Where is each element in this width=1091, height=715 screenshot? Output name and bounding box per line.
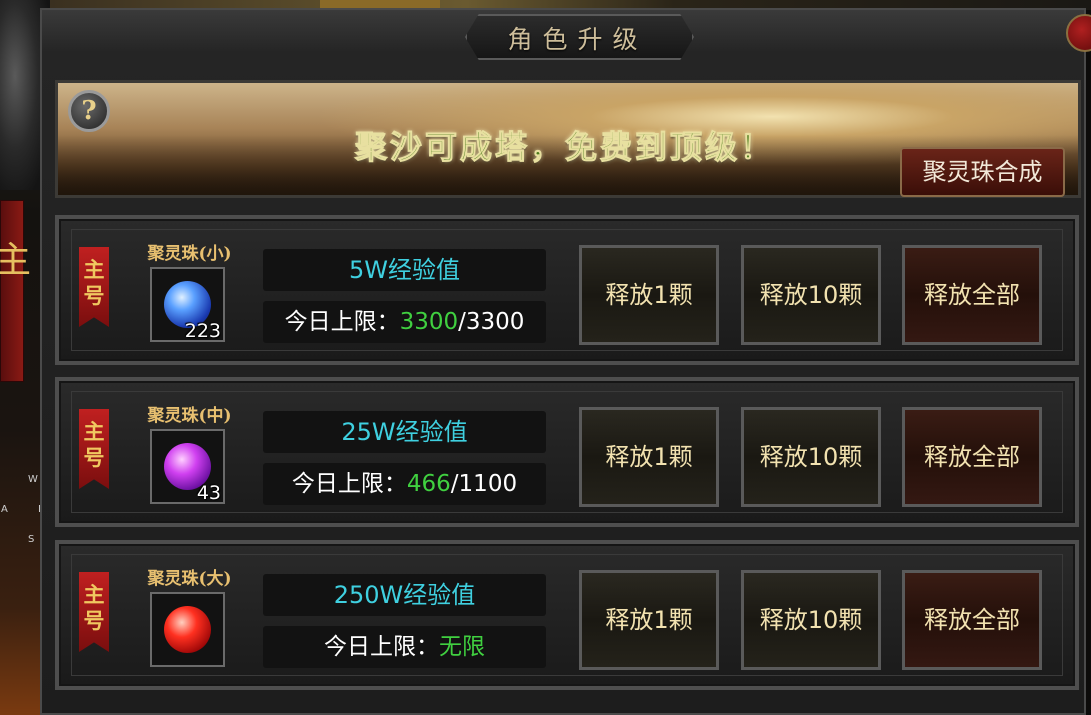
main-account-tag: 主号 xyxy=(79,409,109,489)
item-name: 聚灵珠(大) xyxy=(147,569,232,589)
item-name: 聚灵珠(小) xyxy=(147,244,232,264)
daily-limit-max: /3300 xyxy=(458,309,525,335)
orb-row-medium: 主号 聚灵珠(中) 43 25W经验值 今日上限：466/1100 释放1颗 释… xyxy=(55,377,1079,527)
daily-limit: 今日上限：466/1100 xyxy=(263,463,546,505)
side-tab[interactable]: 主 xyxy=(0,200,31,382)
item-slot[interactable]: 43 xyxy=(150,429,225,504)
item-name: 聚灵珠(中) xyxy=(147,406,232,426)
daily-limit-label: 今日上限： xyxy=(291,471,407,497)
help-button[interactable]: ? xyxy=(68,90,110,132)
release-10-button[interactable]: 释放10颗 xyxy=(741,245,881,345)
main-account-tag: 主号 xyxy=(79,572,109,652)
exp-value: 250W经验值 xyxy=(263,574,546,616)
daily-limit-current: 3300 xyxy=(399,309,459,335)
exp-value: 25W经验值 xyxy=(263,411,546,453)
release-all-button[interactable]: 释放全部 xyxy=(902,570,1042,670)
release-all-button[interactable]: 释放全部 xyxy=(902,245,1042,345)
daily-limit: 今日上限：3300/3300 xyxy=(263,301,546,343)
daily-limit-label: 今日上限： xyxy=(324,634,439,660)
item-slot[interactable] xyxy=(150,592,225,667)
release-1-button[interactable]: 释放1颗 xyxy=(579,570,719,670)
daily-limit-current: 无限 xyxy=(439,634,485,660)
orb-row-large: 主号 聚灵珠(大) 250W经验值 今日上限：无限 释放1颗 释放10颗 释放全… xyxy=(55,540,1079,690)
release-1-button[interactable]: 释放1颗 xyxy=(579,245,719,345)
main-account-tag: 主号 xyxy=(79,247,109,327)
item-count: 223 xyxy=(184,320,221,342)
release-10-button[interactable]: 释放10颗 xyxy=(741,570,881,670)
banner-slogan: 聚沙可成塔，免费到顶级！ xyxy=(354,128,775,167)
release-1-button[interactable]: 释放1颗 xyxy=(579,407,719,507)
side-tab-label: 主 xyxy=(0,240,32,281)
exp-value: 5W经验值 xyxy=(263,249,546,291)
daily-limit-label: 今日上限： xyxy=(284,309,400,335)
item-count: 43 xyxy=(196,482,221,504)
key-hint-a: A xyxy=(1,504,8,515)
orb-icon xyxy=(164,606,211,653)
orb-row-small: 主号 聚灵珠(小) 223 5W经验值 今日上限：3300/3300 释放1颗 … xyxy=(55,215,1079,365)
daily-limit: 今日上限：无限 xyxy=(263,626,546,668)
window-title: 角色升级 xyxy=(507,25,648,54)
release-10-button[interactable]: 释放10颗 xyxy=(741,407,881,507)
synthesize-orb-button[interactable]: 聚灵珠合成 xyxy=(900,147,1065,197)
daily-limit-current: 466 xyxy=(406,471,451,497)
key-hint-s: S xyxy=(28,534,35,545)
release-all-button[interactable]: 释放全部 xyxy=(902,407,1042,507)
item-slot[interactable]: 223 xyxy=(150,267,225,342)
key-hint-w: W xyxy=(28,474,38,485)
daily-limit-max: /1100 xyxy=(450,471,518,497)
